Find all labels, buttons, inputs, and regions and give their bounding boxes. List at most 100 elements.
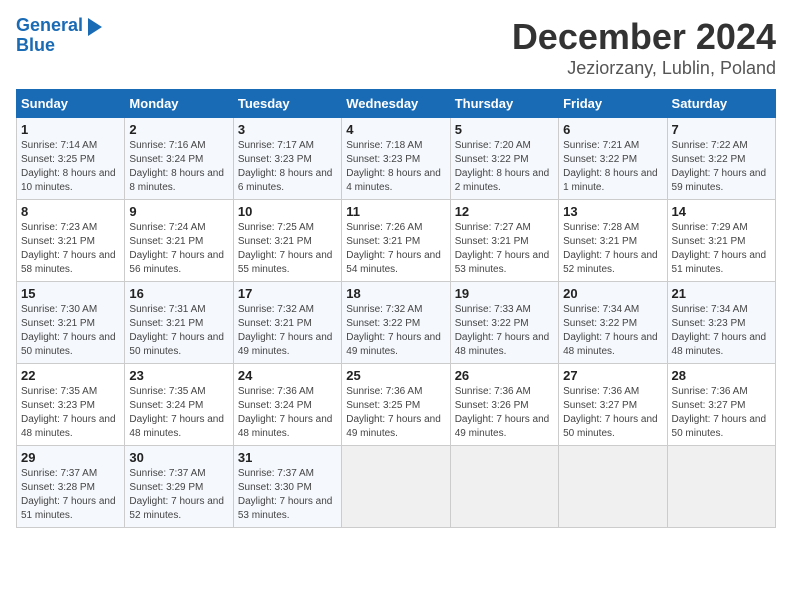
day-number: 30 [129, 450, 228, 465]
calendar-cell [667, 446, 775, 528]
calendar-cell: 29 Sunrise: 7:37 AMSunset: 3:28 PMDaylig… [17, 446, 125, 528]
day-number: 3 [238, 122, 337, 137]
day-detail: Sunrise: 7:30 AMSunset: 3:21 PMDaylight:… [21, 304, 116, 357]
day-detail: Sunrise: 7:16 AMSunset: 3:24 PMDaylight:… [129, 140, 224, 193]
day-header-friday: Friday [559, 90, 667, 118]
day-number: 24 [238, 368, 337, 383]
day-detail: Sunrise: 7:18 AMSunset: 3:23 PMDaylight:… [346, 140, 441, 193]
day-number: 19 [455, 286, 554, 301]
calendar-cell: 30 Sunrise: 7:37 AMSunset: 3:29 PMDaylig… [125, 446, 233, 528]
day-number: 28 [672, 368, 771, 383]
day-detail: Sunrise: 7:21 AMSunset: 3:22 PMDaylight:… [563, 140, 658, 193]
day-number: 4 [346, 122, 445, 137]
calendar-cell: 2 Sunrise: 7:16 AMSunset: 3:24 PMDayligh… [125, 118, 233, 200]
calendar-cell: 31 Sunrise: 7:37 AMSunset: 3:30 PMDaylig… [233, 446, 341, 528]
calendar-cell: 4 Sunrise: 7:18 AMSunset: 3:23 PMDayligh… [342, 118, 450, 200]
day-detail: Sunrise: 7:27 AMSunset: 3:21 PMDaylight:… [455, 222, 550, 275]
day-detail: Sunrise: 7:25 AMSunset: 3:21 PMDaylight:… [238, 222, 333, 275]
day-detail: Sunrise: 7:36 AMSunset: 3:26 PMDaylight:… [455, 386, 550, 439]
day-number: 21 [672, 286, 771, 301]
day-detail: Sunrise: 7:26 AMSunset: 3:21 PMDaylight:… [346, 222, 441, 275]
day-number: 1 [21, 122, 120, 137]
calendar-cell: 5 Sunrise: 7:20 AMSunset: 3:22 PMDayligh… [450, 118, 558, 200]
day-header-thursday: Thursday [450, 90, 558, 118]
calendar-cell: 11 Sunrise: 7:26 AMSunset: 3:21 PMDaylig… [342, 200, 450, 282]
calendar-cell: 13 Sunrise: 7:28 AMSunset: 3:21 PMDaylig… [559, 200, 667, 282]
calendar-cell: 20 Sunrise: 7:34 AMSunset: 3:22 PMDaylig… [559, 282, 667, 364]
calendar-week-1: 1 Sunrise: 7:14 AMSunset: 3:25 PMDayligh… [17, 118, 776, 200]
calendar-cell: 28 Sunrise: 7:36 AMSunset: 3:27 PMDaylig… [667, 364, 775, 446]
day-number: 5 [455, 122, 554, 137]
calendar-cell: 8 Sunrise: 7:23 AMSunset: 3:21 PMDayligh… [17, 200, 125, 282]
day-number: 17 [238, 286, 337, 301]
calendar-week-2: 8 Sunrise: 7:23 AMSunset: 3:21 PMDayligh… [17, 200, 776, 282]
day-detail: Sunrise: 7:23 AMSunset: 3:21 PMDaylight:… [21, 222, 116, 275]
day-header-sunday: Sunday [17, 90, 125, 118]
day-number: 23 [129, 368, 228, 383]
calendar-cell: 26 Sunrise: 7:36 AMSunset: 3:26 PMDaylig… [450, 364, 558, 446]
day-detail: Sunrise: 7:20 AMSunset: 3:22 PMDaylight:… [455, 140, 550, 193]
calendar-body: 1 Sunrise: 7:14 AMSunset: 3:25 PMDayligh… [17, 118, 776, 528]
day-number: 26 [455, 368, 554, 383]
day-detail: Sunrise: 7:37 AMSunset: 3:28 PMDaylight:… [21, 468, 116, 521]
calendar-title: December 2024 [512, 16, 776, 58]
day-detail: Sunrise: 7:35 AMSunset: 3:23 PMDaylight:… [21, 386, 116, 439]
day-number: 31 [238, 450, 337, 465]
calendar-cell: 9 Sunrise: 7:24 AMSunset: 3:21 PMDayligh… [125, 200, 233, 282]
day-detail: Sunrise: 7:17 AMSunset: 3:23 PMDaylight:… [238, 140, 333, 193]
day-detail: Sunrise: 7:36 AMSunset: 3:24 PMDaylight:… [238, 386, 333, 439]
day-detail: Sunrise: 7:33 AMSunset: 3:22 PMDaylight:… [455, 304, 550, 357]
day-detail: Sunrise: 7:24 AMSunset: 3:21 PMDaylight:… [129, 222, 224, 275]
day-detail: Sunrise: 7:28 AMSunset: 3:21 PMDaylight:… [563, 222, 658, 275]
day-header-monday: Monday [125, 90, 233, 118]
day-detail: Sunrise: 7:36 AMSunset: 3:27 PMDaylight:… [563, 386, 658, 439]
calendar-header-row: SundayMondayTuesdayWednesdayThursdayFrid… [17, 90, 776, 118]
calendar-cell: 15 Sunrise: 7:30 AMSunset: 3:21 PMDaylig… [17, 282, 125, 364]
calendar-cell [342, 446, 450, 528]
day-number: 12 [455, 204, 554, 219]
calendar-cell: 21 Sunrise: 7:34 AMSunset: 3:23 PMDaylig… [667, 282, 775, 364]
day-number: 6 [563, 122, 662, 137]
day-number: 2 [129, 122, 228, 137]
calendar-cell: 1 Sunrise: 7:14 AMSunset: 3:25 PMDayligh… [17, 118, 125, 200]
day-detail: Sunrise: 7:34 AMSunset: 3:22 PMDaylight:… [563, 304, 658, 357]
day-detail: Sunrise: 7:36 AMSunset: 3:25 PMDaylight:… [346, 386, 441, 439]
day-number: 16 [129, 286, 228, 301]
logo-text: General [16, 16, 83, 36]
calendar-cell: 18 Sunrise: 7:32 AMSunset: 3:22 PMDaylig… [342, 282, 450, 364]
day-detail: Sunrise: 7:37 AMSunset: 3:30 PMDaylight:… [238, 468, 333, 521]
calendar-week-3: 15 Sunrise: 7:30 AMSunset: 3:21 PMDaylig… [17, 282, 776, 364]
calendar-week-5: 29 Sunrise: 7:37 AMSunset: 3:28 PMDaylig… [17, 446, 776, 528]
calendar-cell: 14 Sunrise: 7:29 AMSunset: 3:21 PMDaylig… [667, 200, 775, 282]
calendar-cell [450, 446, 558, 528]
page-header: General Blue December 2024 Jeziorzany, L… [16, 16, 776, 79]
calendar-cell: 10 Sunrise: 7:25 AMSunset: 3:21 PMDaylig… [233, 200, 341, 282]
day-detail: Sunrise: 7:31 AMSunset: 3:21 PMDaylight:… [129, 304, 224, 357]
day-number: 22 [21, 368, 120, 383]
calendar-cell: 23 Sunrise: 7:35 AMSunset: 3:24 PMDaylig… [125, 364, 233, 446]
calendar-cell: 16 Sunrise: 7:31 AMSunset: 3:21 PMDaylig… [125, 282, 233, 364]
calendar-cell: 12 Sunrise: 7:27 AMSunset: 3:21 PMDaylig… [450, 200, 558, 282]
day-number: 11 [346, 204, 445, 219]
title-block: December 2024 Jeziorzany, Lublin, Poland [512, 16, 776, 79]
day-number: 29 [21, 450, 120, 465]
day-number: 20 [563, 286, 662, 301]
day-detail: Sunrise: 7:36 AMSunset: 3:27 PMDaylight:… [672, 386, 767, 439]
day-detail: Sunrise: 7:32 AMSunset: 3:21 PMDaylight:… [238, 304, 333, 357]
calendar-cell: 17 Sunrise: 7:32 AMSunset: 3:21 PMDaylig… [233, 282, 341, 364]
calendar-table: SundayMondayTuesdayWednesdayThursdayFrid… [16, 89, 776, 528]
logo: General Blue [16, 16, 102, 56]
day-number: 9 [129, 204, 228, 219]
day-detail: Sunrise: 7:32 AMSunset: 3:22 PMDaylight:… [346, 304, 441, 357]
calendar-cell [559, 446, 667, 528]
day-number: 25 [346, 368, 445, 383]
calendar-cell: 7 Sunrise: 7:22 AMSunset: 3:22 PMDayligh… [667, 118, 775, 200]
calendar-cell: 6 Sunrise: 7:21 AMSunset: 3:22 PMDayligh… [559, 118, 667, 200]
calendar-cell: 27 Sunrise: 7:36 AMSunset: 3:27 PMDaylig… [559, 364, 667, 446]
calendar-week-4: 22 Sunrise: 7:35 AMSunset: 3:23 PMDaylig… [17, 364, 776, 446]
day-detail: Sunrise: 7:14 AMSunset: 3:25 PMDaylight:… [21, 140, 116, 193]
calendar-subtitle: Jeziorzany, Lublin, Poland [512, 58, 776, 79]
day-number: 13 [563, 204, 662, 219]
day-detail: Sunrise: 7:35 AMSunset: 3:24 PMDaylight:… [129, 386, 224, 439]
day-number: 14 [672, 204, 771, 219]
